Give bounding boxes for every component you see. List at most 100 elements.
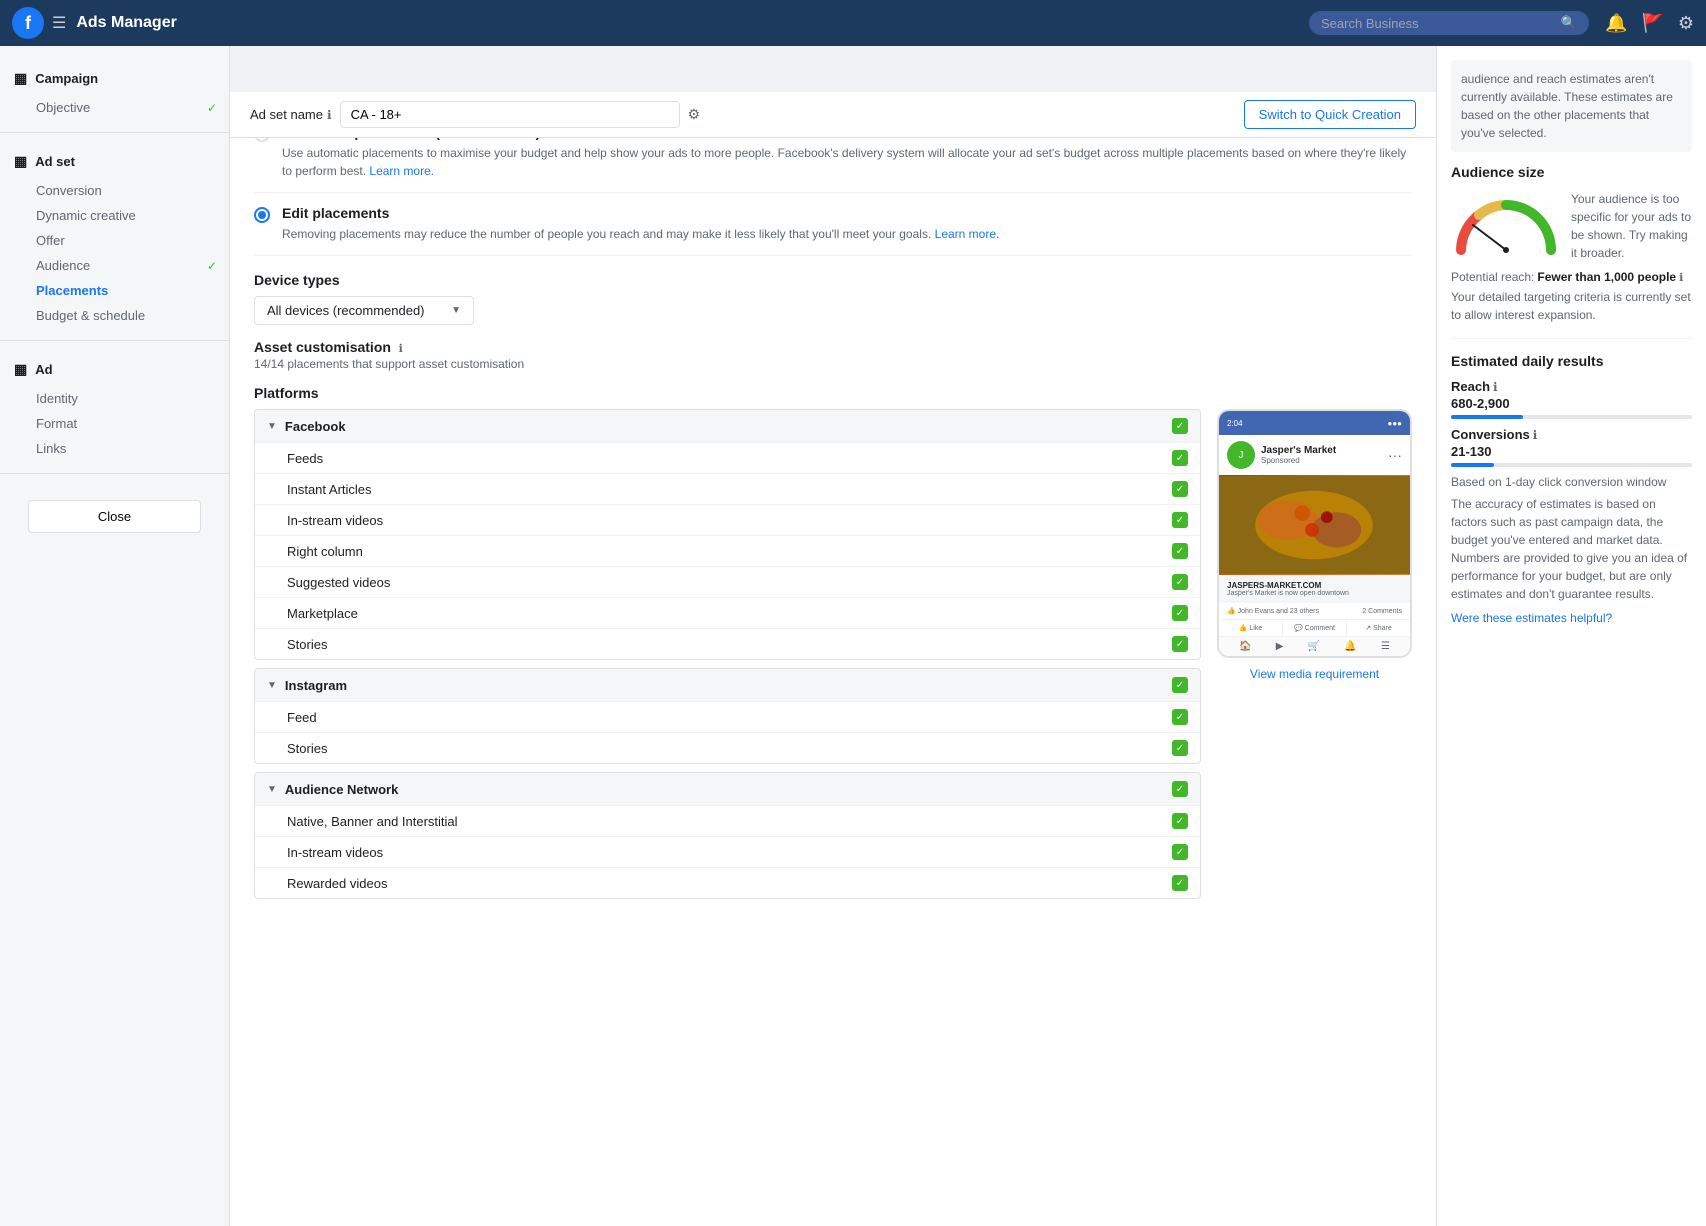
adset-gear-icon[interactable]: ⚙ xyxy=(688,106,701,123)
potential-reach-value: Fewer than 1,000 people xyxy=(1537,270,1676,284)
asset-customisation-section: Asset customisation ℹ 14/14 placements t… xyxy=(254,339,1412,371)
adset-name-bar: Ad set name ℹ ⚙ Switch to Quick Creation xyxy=(230,92,1436,138)
sidebar-adset-label: Ad set xyxy=(35,154,75,169)
view-media-requirement-link[interactable]: View media requirement xyxy=(1250,667,1379,681)
flag-icon[interactable]: 🚩 xyxy=(1641,13,1663,34)
edit-placement-option[interactable]: Edit placements Removing placements may … xyxy=(254,193,1412,256)
audience-network-header[interactable]: ▼ Audience Network ✓ xyxy=(255,773,1200,805)
sidebar-item-placements[interactable]: Placements xyxy=(0,278,229,303)
facebook-group-header[interactable]: ▼ Facebook ✓ xyxy=(255,410,1200,442)
sidebar-item-conversion[interactable]: Conversion xyxy=(0,178,229,203)
preview-product-image xyxy=(1219,475,1410,575)
sidebar-item-identity[interactable]: Identity xyxy=(0,386,229,411)
reach-row: Reach ℹ 680-2,900 xyxy=(1451,379,1692,419)
sidebar-item-objective[interactable]: Objective ✓ xyxy=(0,95,229,120)
switch-to-quick-creation-button[interactable]: Switch to Quick Creation xyxy=(1244,100,1416,129)
sidebar-item-audience[interactable]: Audience ✓ xyxy=(0,253,229,278)
preview-shop-icon: 🛒 xyxy=(1308,641,1320,652)
facebook-stories-check: ✓ xyxy=(1172,636,1188,652)
sidebar-item-format[interactable]: Format xyxy=(0,411,229,436)
targeting-text: Your detailed targeting criteria is curr… xyxy=(1451,288,1692,324)
preview-nav-bar: 🏠 ▶ 🛒 🔔 ☰ xyxy=(1219,636,1410,656)
notifications-icon[interactable]: 🔔 xyxy=(1605,13,1627,34)
audience-network-group: ▼ Audience Network ✓ Native, Banner and … xyxy=(254,772,1201,899)
preview-video-icon: ▶ xyxy=(1276,641,1284,652)
instant-articles-label: Instant Articles xyxy=(287,482,1172,497)
preview-cta-text: Jasper's Market is now open downtown xyxy=(1227,590,1402,597)
sidebar-item-links[interactable]: Links xyxy=(0,436,229,461)
sidebar-item-offer[interactable]: Offer xyxy=(0,228,229,253)
adset-name-input[interactable] xyxy=(340,101,680,128)
content-area: Automatic placements (recommended) Use a… xyxy=(230,92,1436,1226)
instagram-stories-check: ✓ xyxy=(1172,740,1188,756)
facebook-group: ▼ Facebook ✓ Feeds ✓ Instant Articles ✓ xyxy=(254,409,1201,660)
search-input[interactable] xyxy=(1321,16,1555,31)
preview-sponsored-label: Sponsored xyxy=(1261,456,1388,465)
close-button[interactable]: Close xyxy=(28,500,201,533)
adset-name-label: Ad set name xyxy=(250,107,323,122)
instagram-item-feed[interactable]: Feed ✓ xyxy=(255,701,1200,732)
facebook-item-instream-videos[interactable]: In-stream videos ✓ xyxy=(255,504,1200,535)
edit-placement-radio[interactable] xyxy=(254,207,270,223)
preview-like-button[interactable]: 👍 Like xyxy=(1219,620,1283,636)
feeds-check: ✓ xyxy=(1172,450,1188,466)
preview-comment-button[interactable]: 💬 Comment xyxy=(1283,620,1347,636)
preview-action-bar: 👍 Like 💬 Comment ↗ Share xyxy=(1219,619,1410,636)
platform-preview-container: ▼ Facebook ✓ Feeds ✓ Instant Articles ✓ xyxy=(254,409,1412,907)
facebook-check-icon: ✓ xyxy=(1172,418,1188,434)
facebook-item-instant-articles[interactable]: Instant Articles ✓ xyxy=(255,473,1200,504)
sidebar-budget-label: Budget & schedule xyxy=(36,308,145,323)
audience-gauge-text: Your audience is too specific for your a… xyxy=(1571,190,1692,262)
instream-videos-check: ✓ xyxy=(1172,512,1188,528)
preview-panel: 2:04 ●●● J Jasper's Market Sponsored xyxy=(1217,409,1412,907)
facebook-item-marketplace[interactable]: Marketplace ✓ xyxy=(255,597,1200,628)
audience-network-item-instream[interactable]: In-stream videos ✓ xyxy=(255,836,1200,867)
an-instream-label: In-stream videos xyxy=(287,845,1172,860)
reach-value: 680-2,900 xyxy=(1451,396,1692,411)
device-type-select[interactable]: All devices (recommended) ▼ xyxy=(254,296,474,325)
instagram-group-name: Instagram xyxy=(285,678,1172,693)
menu-icon[interactable]: ☰ xyxy=(52,13,66,33)
audience-network-check-icon: ✓ xyxy=(1172,781,1188,797)
estimated-daily-title: Estimated daily results xyxy=(1451,353,1692,369)
instagram-item-stories[interactable]: Stories ✓ xyxy=(255,732,1200,763)
preview-post-info: Jasper's Market Sponsored xyxy=(1261,445,1388,465)
settings-icon[interactable]: ⚙ xyxy=(1678,13,1694,34)
preview-share-button[interactable]: ↗ Share xyxy=(1347,620,1410,636)
facebook-item-right-column[interactable]: Right column ✓ xyxy=(255,535,1200,566)
preview-cta-section: JASPERS-MARKET.COM Jasper's Market is no… xyxy=(1219,575,1410,603)
device-select-arrow-icon: ▼ xyxy=(451,305,461,316)
suggested-videos-check: ✓ xyxy=(1172,574,1188,590)
phone-preview: 2:04 ●●● J Jasper's Market Sponsored xyxy=(1217,409,1412,658)
search-icon: 🔍 xyxy=(1561,15,1577,31)
facebook-stories-label: Stories xyxy=(287,637,1172,652)
reach-progress-bar xyxy=(1451,415,1692,419)
instagram-group-header[interactable]: ▼ Instagram ✓ xyxy=(255,669,1200,701)
facebook-item-stories[interactable]: Stories ✓ xyxy=(255,628,1200,659)
instant-articles-check: ✓ xyxy=(1172,481,1188,497)
auto-learn-more-link[interactable]: Learn more. xyxy=(369,164,434,178)
feeds-label: Feeds xyxy=(287,451,1172,466)
edit-learn-more-link[interactable]: Learn more. xyxy=(935,227,1000,241)
sidebar-conversion-label: Conversion xyxy=(36,183,102,198)
instagram-group: ▼ Instagram ✓ Feed ✓ Stories ✓ xyxy=(254,668,1201,764)
preview-comments-count: 2 Comments xyxy=(1362,608,1402,615)
conversions-progress-bar xyxy=(1451,463,1692,467)
facebook-item-feeds[interactable]: Feeds ✓ xyxy=(255,442,1200,473)
instagram-stories-label: Stories xyxy=(287,741,1172,756)
audience-network-item-native[interactable]: Native, Banner and Interstitial ✓ xyxy=(255,805,1200,836)
sidebar-adset-section: ▦ Ad set Conversion Dynamic creative Off… xyxy=(0,139,229,334)
sidebar-item-budget[interactable]: Budget & schedule xyxy=(0,303,229,328)
phone-search-bar xyxy=(1255,417,1376,429)
rewarded-videos-label: Rewarded videos xyxy=(287,876,1172,891)
preview-home-icon: 🏠 xyxy=(1239,641,1251,652)
audience-network-arrow-icon: ▼ xyxy=(267,784,277,795)
audience-network-item-rewarded[interactable]: Rewarded videos ✓ xyxy=(255,867,1200,898)
sidebar-item-dynamic-creative[interactable]: Dynamic creative xyxy=(0,203,229,228)
helpful-link[interactable]: Were these estimates helpful? xyxy=(1451,611,1692,625)
facebook-item-suggested-videos[interactable]: Suggested videos ✓ xyxy=(255,566,1200,597)
instream-videos-label: In-stream videos xyxy=(287,513,1172,528)
conversions-row: Conversions ℹ 21-130 Based on 1-day clic… xyxy=(1451,427,1692,489)
sidebar-format-label: Format xyxy=(36,416,77,431)
audience-network-group-name: Audience Network xyxy=(285,782,1172,797)
